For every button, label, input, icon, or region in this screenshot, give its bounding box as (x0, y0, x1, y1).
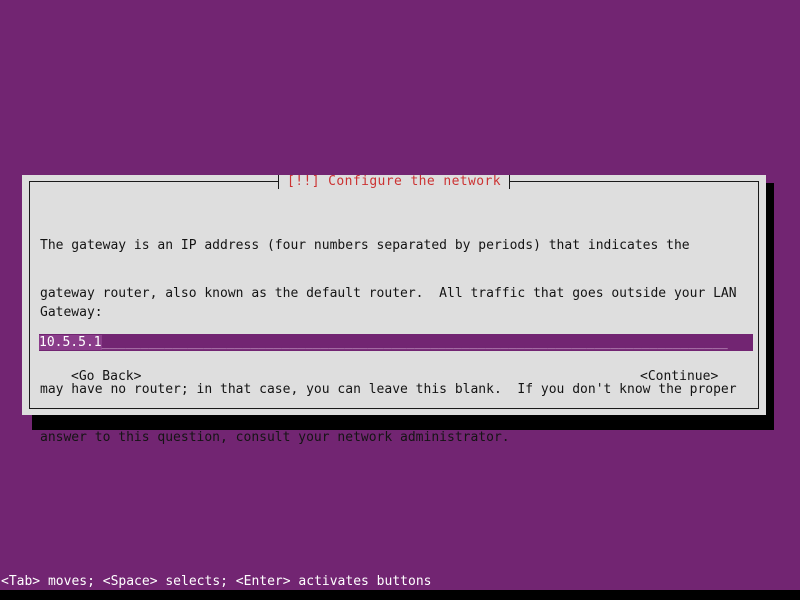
bottom-black-bar (0, 590, 800, 600)
installer-screen: [!!] Configure the network The gateway i… (0, 0, 800, 600)
description-line: answer to this question, consult your ne… (40, 430, 510, 445)
gateway-input[interactable]: 10.5.5.1________________________________… (39, 334, 753, 351)
go-back-button[interactable]: <Go Back> (71, 369, 141, 385)
description-line: The gateway is an IP address (four numbe… (40, 238, 690, 253)
gateway-input-value[interactable]: 10.5.5.1 (39, 335, 102, 350)
description-line: gateway router, also known as the defaul… (40, 286, 737, 301)
gateway-input-fill: ________________________________________… (101, 335, 728, 350)
keyboard-hint-statusbar: <Tab> moves; <Space> selects; <Enter> ac… (1, 574, 432, 589)
continue-button[interactable]: <Continue> (640, 369, 718, 385)
gateway-field-label: Gateway: (40, 305, 103, 320)
